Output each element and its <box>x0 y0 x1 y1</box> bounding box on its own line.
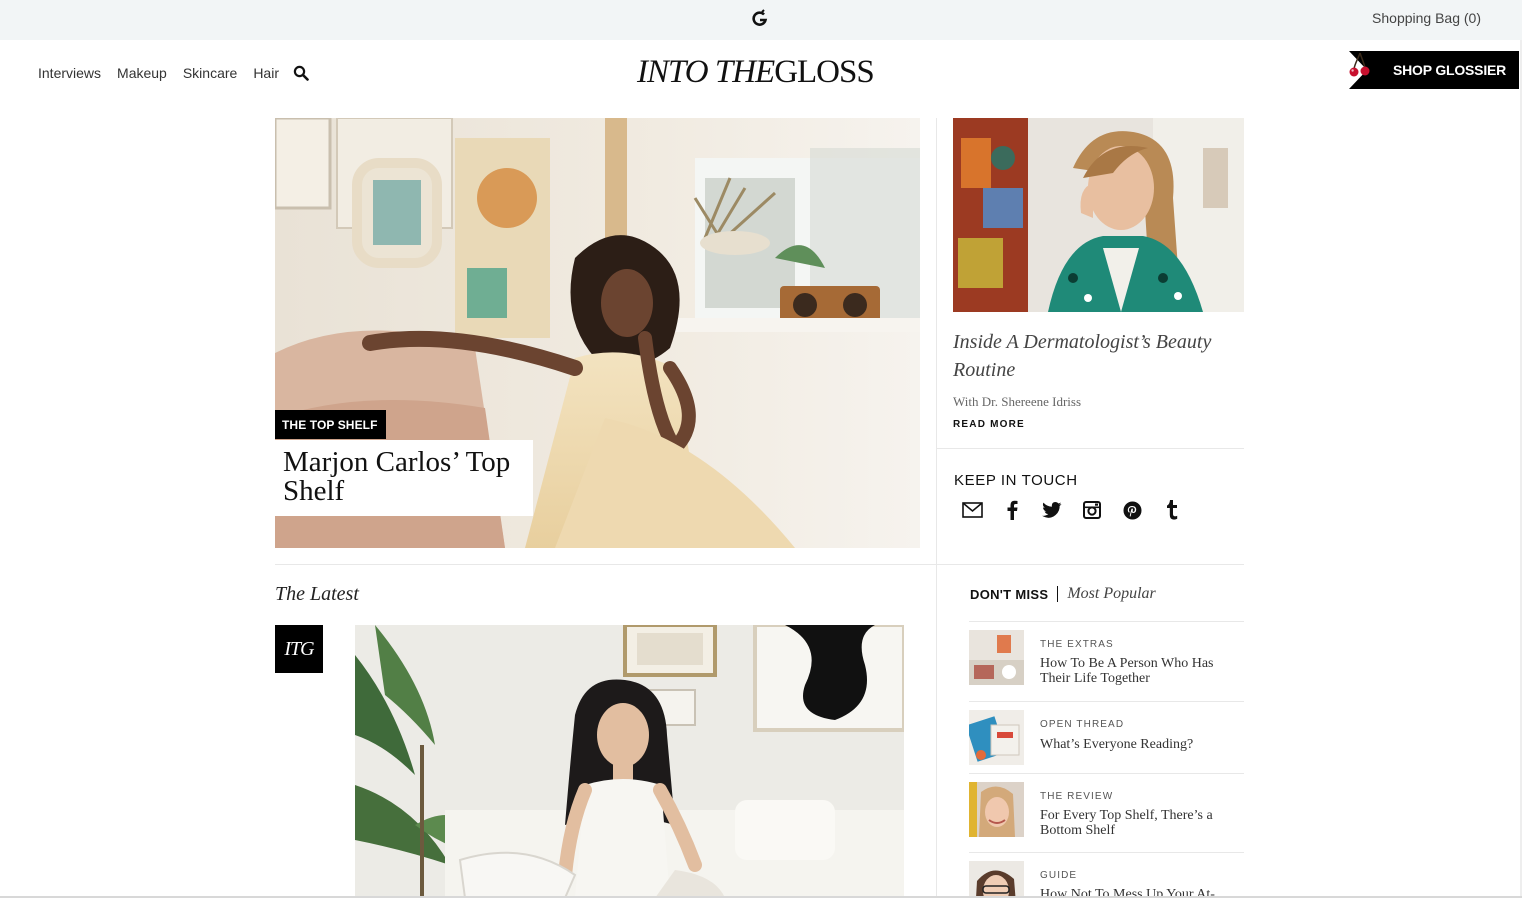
list-item-category: GUIDE <box>1040 870 1078 881</box>
cherry-icon <box>1349 52 1370 77</box>
dont-miss-tabs: DON'T MISS Most Popular <box>970 585 1156 603</box>
nav-item-makeup[interactable]: Makeup <box>117 65 167 81</box>
mail-icon[interactable] <box>960 498 984 522</box>
pinterest-icon[interactable] <box>1120 498 1144 522</box>
list-item-thumbnail[interactable] <box>969 630 1024 685</box>
list-item-thumbnail[interactable] <box>969 710 1024 765</box>
hero-title-box[interactable]: Marjon Carlos’ Top Shelf <box>275 440 533 516</box>
list-item-title[interactable]: How To Be A Person Who Has Their Life To… <box>1040 656 1240 686</box>
feature-photo <box>953 118 1244 312</box>
twitter-icon[interactable] <box>1040 498 1064 522</box>
list-item[interactable]: GUIDE How Not To Mess Up Your At- <box>969 852 1244 898</box>
hero-kicker-badge[interactable]: THE TOP SHELF <box>275 410 386 439</box>
column-divider <box>936 118 937 898</box>
read-more-link[interactable]: READ MORE <box>953 419 1025 430</box>
keep-in-touch-heading: KEEP IN TOUCH <box>954 472 1078 489</box>
shop-glossier-button[interactable]: SHOP GLOSSIER <box>1349 51 1519 89</box>
nav-item-interviews[interactable]: Interviews <box>38 65 101 81</box>
site-logo[interactable]: INTO THEGLOSS <box>637 54 875 91</box>
list-item-title[interactable]: What’s Everyone Reading? <box>1040 737 1240 752</box>
tab-separator <box>1057 586 1059 602</box>
search-icon[interactable] <box>293 65 309 81</box>
section-divider <box>275 564 1244 565</box>
list-item-category: OPEN THREAD <box>1040 719 1125 730</box>
shop-button-label: SHOP GLOSSIER <box>1393 62 1507 78</box>
feature-title[interactable]: Inside A Dermatologist’s Beauty Routine <box>953 328 1243 384</box>
logo-gloss: GLOSS <box>774 54 875 90</box>
top-bar: Shopping Bag (0) <box>0 0 1522 40</box>
shopping-bag-link[interactable]: Shopping Bag (0) <box>1372 10 1481 26</box>
social-links <box>960 498 1200 522</box>
feature-image[interactable] <box>953 118 1244 312</box>
logo-into-the: INTO THE <box>637 54 775 90</box>
tab-most-popular[interactable]: Most Popular <box>1067 585 1155 603</box>
feature-subtitle: With Dr. Shereene Idriss <box>953 394 1082 409</box>
facebook-icon[interactable] <box>1000 498 1024 522</box>
list-item[interactable]: THE REVIEW For Every Top Shelf, There’s … <box>969 773 1244 852</box>
main-nav: Interviews Makeup Skincare Hair <box>38 65 309 81</box>
list-item-thumbnail[interactable] <box>969 782 1024 837</box>
latest-photo <box>355 625 904 898</box>
list-item-thumbnail[interactable] <box>969 861 1024 898</box>
list-item[interactable]: THE EXTRAS How To Be A Person Who Has Th… <box>969 621 1244 701</box>
instagram-icon[interactable] <box>1080 498 1104 522</box>
divider <box>937 448 1244 449</box>
glossier-g-icon[interactable] <box>751 9 769 29</box>
list-item-title[interactable]: For Every Top Shelf, There’s a Bottom Sh… <box>1040 808 1240 838</box>
hero-title[interactable]: Marjon Carlos’ Top Shelf <box>283 448 525 506</box>
itg-logo-badge: ITG <box>275 625 323 673</box>
list-item[interactable]: OPEN THREAD What’s Everyone Reading? <box>969 701 1244 773</box>
nav-item-hair[interactable]: Hair <box>253 65 279 81</box>
tumblr-icon[interactable] <box>1160 498 1184 522</box>
latest-article-image[interactable] <box>355 625 904 898</box>
list-item-category: THE REVIEW <box>1040 791 1114 802</box>
list-item-category: THE EXTRAS <box>1040 639 1114 650</box>
latest-heading: The Latest <box>275 583 359 605</box>
tab-dont-miss[interactable]: DON'T MISS <box>970 587 1048 602</box>
nav-item-skincare[interactable]: Skincare <box>183 65 237 81</box>
dont-miss-list: THE EXTRAS How To Be A Person Who Has Th… <box>969 621 1244 898</box>
